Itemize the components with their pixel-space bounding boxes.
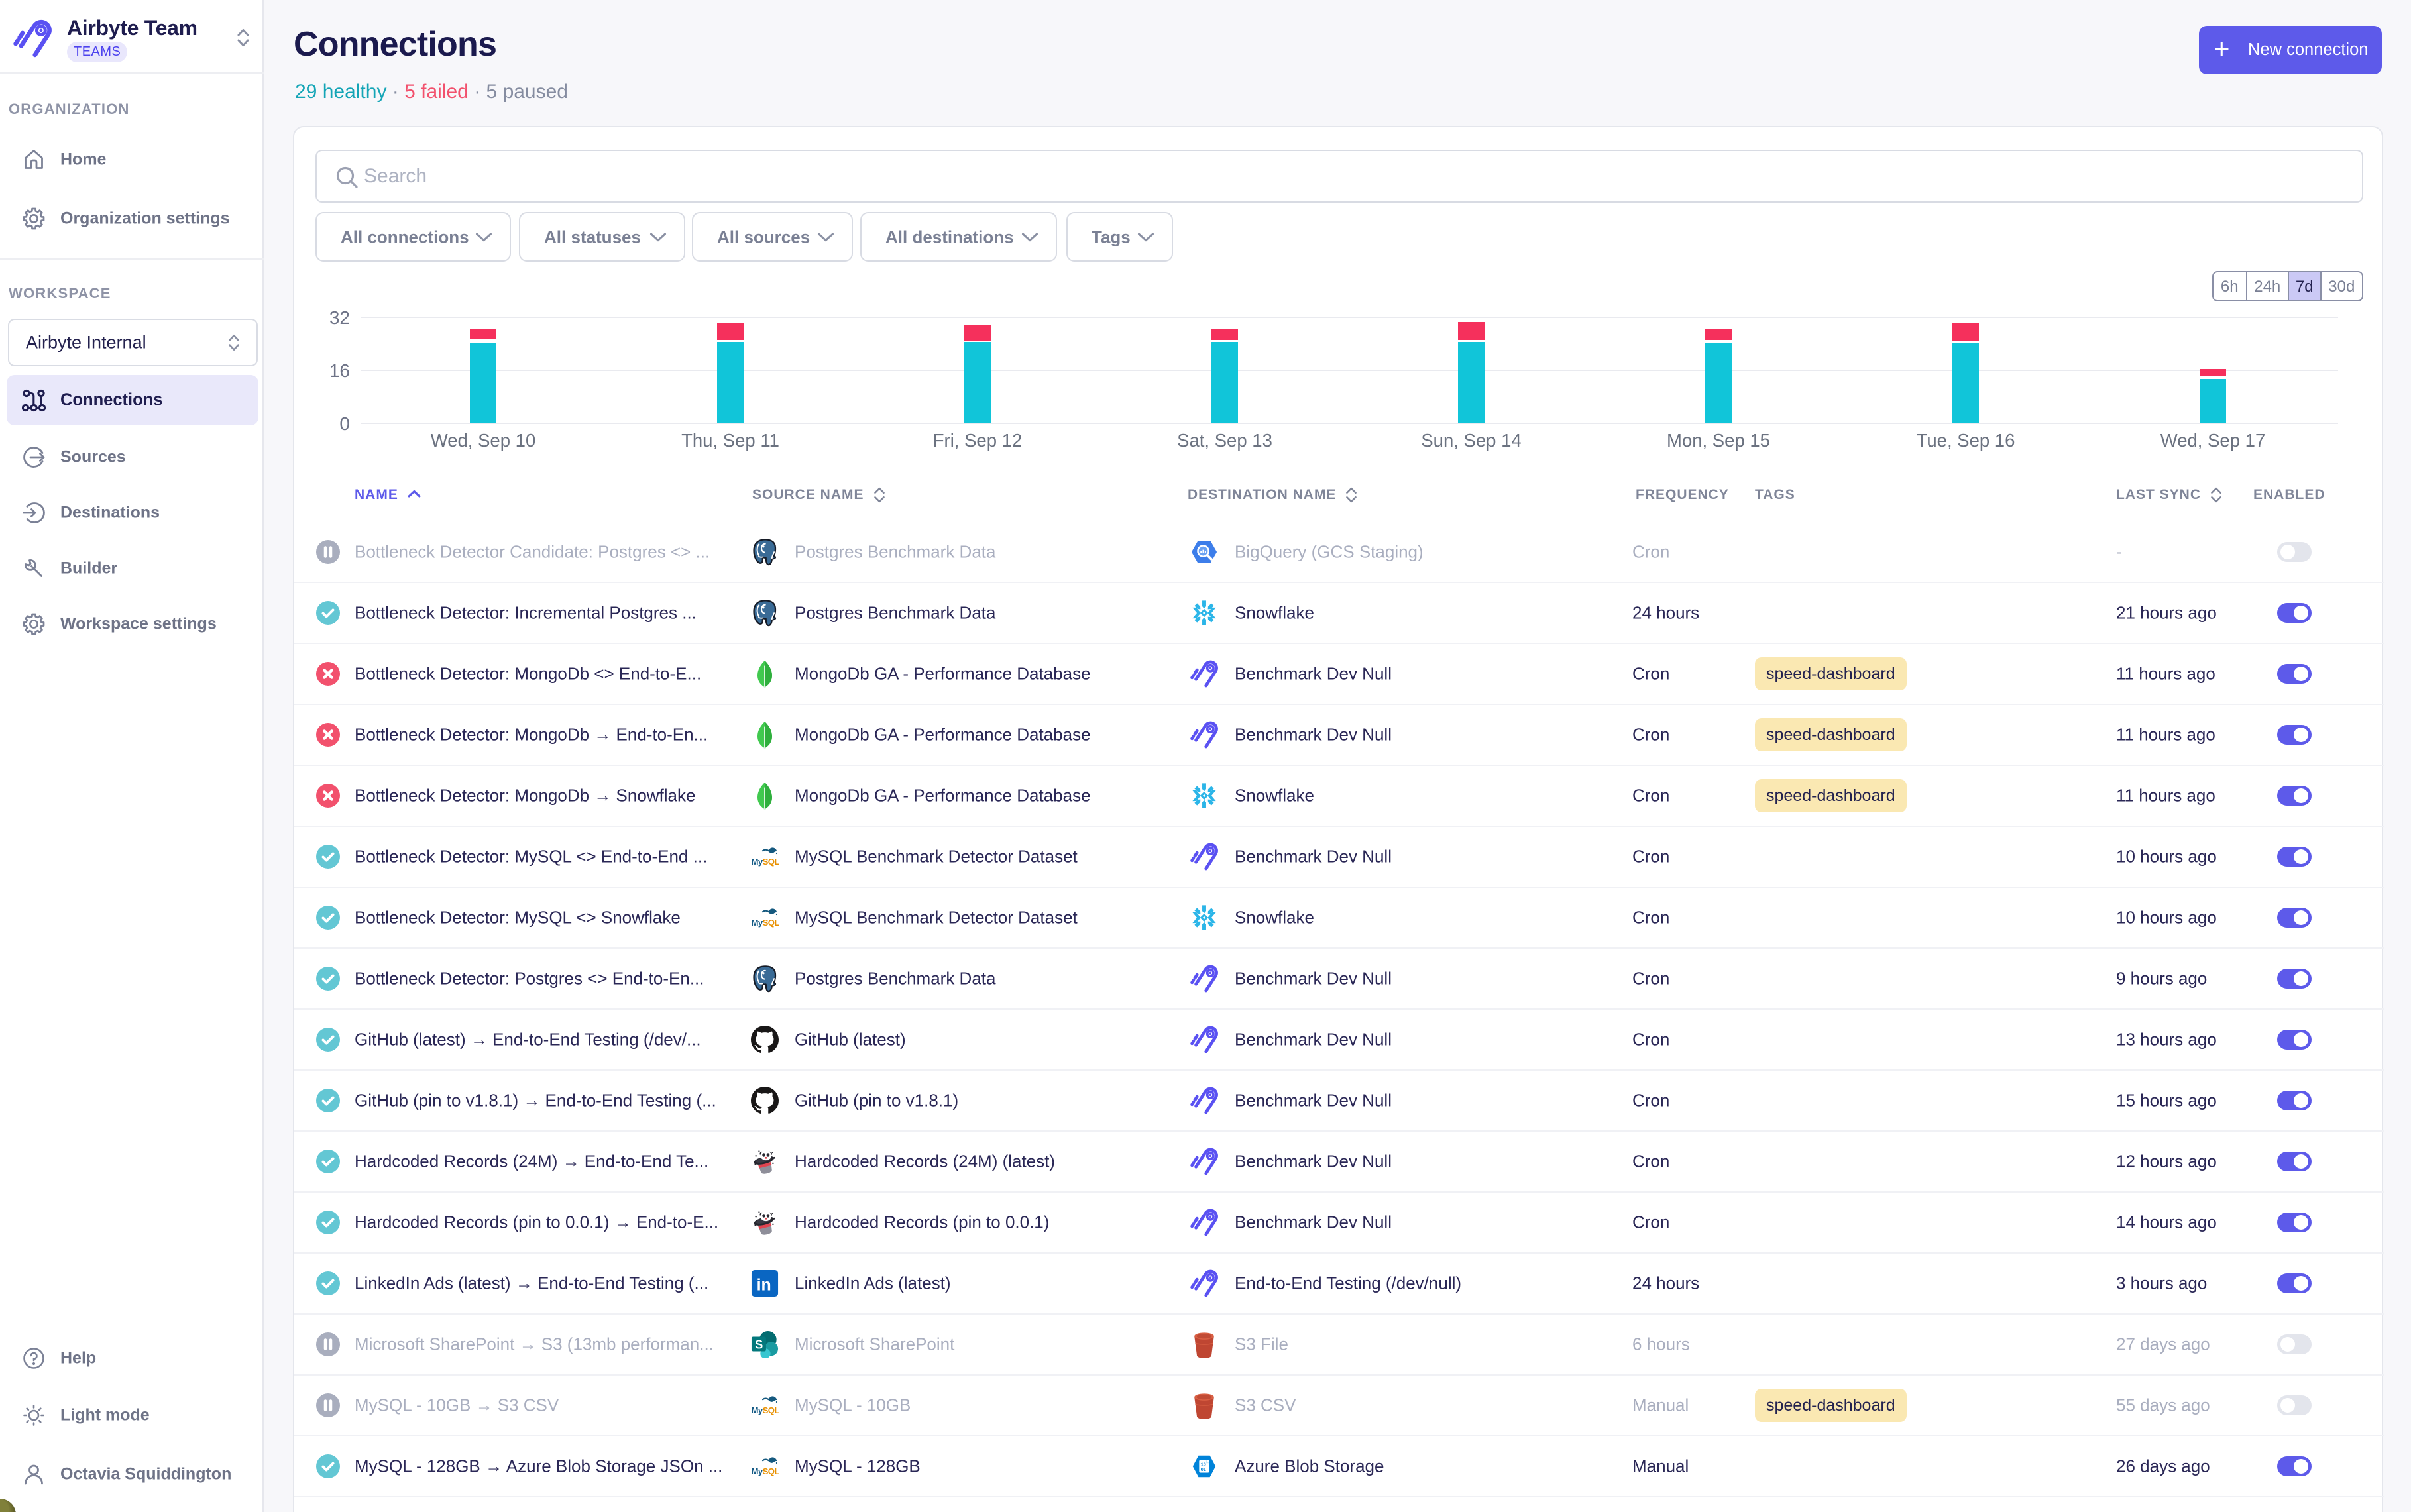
svg-text:Sun, Sep 14: Sun, Sep 14 xyxy=(1421,430,1521,451)
svg-text:0: 0 xyxy=(339,413,350,434)
svg-text:Tue, Sep 16: Tue, Sep 16 xyxy=(1917,430,2015,451)
svg-text:Sat, Sep 13: Sat, Sep 13 xyxy=(1177,430,1272,451)
svg-text:32: 32 xyxy=(329,307,350,328)
svg-text:Thu, Sep 11: Thu, Sep 11 xyxy=(681,430,779,451)
svg-text:Fri, Sep 12: Fri, Sep 12 xyxy=(933,430,1023,451)
svg-text:16: 16 xyxy=(329,360,350,381)
svg-text:Wed, Sep 10: Wed, Sep 10 xyxy=(431,430,536,451)
svg-text:Mon, Sep 15: Mon, Sep 15 xyxy=(1667,430,1770,451)
svg-text:Wed, Sep 17: Wed, Sep 17 xyxy=(2160,430,2266,451)
